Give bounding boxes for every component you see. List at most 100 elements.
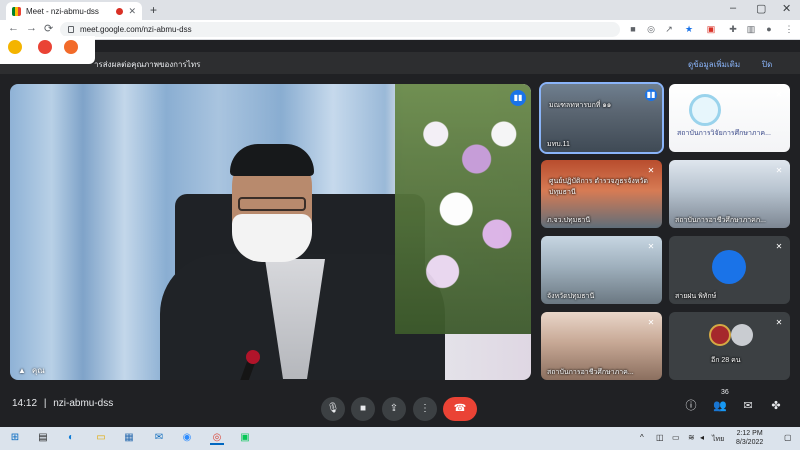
muted-mic-icon: ✕	[647, 318, 655, 327]
participant-tile[interactable]: ✕ สายฝน พิทักษ์	[669, 236, 790, 304]
close-tab-icon[interactable]: ✕	[128, 6, 136, 17]
flower-arrangement	[395, 84, 531, 334]
video-camera-icon: ■	[359, 403, 367, 414]
extension-icon[interactable]: ▣	[706, 24, 716, 34]
banner-more-link[interactable]: ดูข้อมูลเพิ่มเติม	[688, 58, 740, 71]
share-icon[interactable]: ↗	[664, 24, 674, 34]
muted-mic-icon: ✕	[775, 166, 783, 175]
speaking-indicator-icon: ▮▮	[645, 89, 657, 101]
muted-mic-icon: ✕	[647, 242, 655, 251]
tray-volume-icon[interactable]: ◂	[700, 433, 704, 442]
forward-button[interactable]: →	[26, 22, 37, 34]
speaker-glasses	[238, 197, 306, 211]
speaking-indicator-icon: ▮▮	[510, 90, 526, 106]
meeting-details-button[interactable]: ⓘ	[684, 399, 698, 413]
participant-tile[interactable]: สถาบันการวิจัยการศึกษาภาค... ✕	[669, 84, 790, 152]
tab-title: Meet - nzi-abmu-dss	[26, 6, 99, 16]
address-bar[interactable]: meet.google.com/nzi-abmu-dss	[60, 22, 620, 37]
activities-button[interactable]: ✤	[769, 399, 783, 413]
extension-c-icon[interactable]	[64, 40, 78, 54]
line-icon[interactable]: ▣	[238, 431, 252, 445]
extension-a-icon[interactable]	[8, 40, 22, 54]
avatar	[731, 324, 753, 346]
task-view-icon[interactable]: ▤	[36, 431, 50, 445]
tray-battery-icon[interactable]: ▭	[672, 433, 680, 442]
more-options-button[interactable]: ⋮	[413, 397, 437, 421]
extension-b-icon[interactable]	[38, 40, 52, 54]
system-time: 2:12 PM	[736, 430, 763, 437]
profile-icon[interactable]: ●	[764, 24, 774, 34]
camera-button[interactable]: ■	[351, 397, 375, 421]
meeting-time: 14:12 | nzi-abmu-dss	[12, 398, 113, 409]
maximize-button[interactable]: ▢	[756, 2, 766, 15]
zoom-icon[interactable]: ◉	[180, 431, 194, 445]
participant-name: ภ.จว.ปทุมธานี	[547, 217, 591, 224]
reload-button[interactable]: ⟳	[44, 22, 53, 35]
banner-text: ารส่งผลต่อคุณภาพของการไทร	[94, 60, 201, 69]
url-text: meet.google.com/nzi-abmu-dss	[80, 25, 192, 34]
store-icon[interactable]: ▦	[122, 431, 136, 445]
lens-icon[interactable]: ◎	[646, 24, 656, 34]
end-call-button[interactable]: ☎	[443, 397, 477, 421]
separator: |	[43, 398, 47, 409]
lock-icon	[68, 26, 74, 33]
participant-tile[interactable]: ✕ สถาบันการอาชีวศึกษาภาคก...	[669, 160, 790, 228]
muted-mic-icon: ✕	[775, 242, 783, 251]
banner-close-button[interactable]: ปิด	[762, 58, 772, 71]
tray-chevron-icon[interactable]: ^	[640, 433, 644, 442]
tile-overlay-text: มณฑลทหารบกที่ ๑๑	[549, 102, 612, 109]
meet-favicon-icon	[12, 6, 21, 16]
orchid-plant	[100, 369, 220, 380]
notification-icon[interactable]: ▢	[784, 433, 792, 442]
avatar	[712, 250, 746, 284]
recording-indicator-icon	[116, 7, 124, 15]
camera-icon[interactable]: ■	[628, 24, 638, 34]
people-icon: 👥	[713, 400, 727, 412]
activities-icon: ✤	[771, 400, 781, 412]
input-language[interactable]: ไทย	[712, 434, 724, 445]
participant-name: จังหวัดปทุมธานี	[547, 293, 595, 300]
speaker-mask	[232, 214, 312, 262]
chrome-icon[interactable]: ◎	[210, 431, 224, 445]
more-icon: ⋮	[420, 403, 430, 414]
minimize-button[interactable]: –	[730, 2, 736, 14]
sidepanel-icon[interactable]: ▥	[746, 24, 756, 34]
system-clock[interactable]: 2:12 PM 8/3/2022	[736, 429, 763, 447]
participant-tile[interactable]: มณฑลทหารบกที่ ๑๑ ▮▮ มทบ.11	[539, 82, 664, 154]
menu-icon[interactable]: ⋮	[784, 24, 794, 34]
muted-mic-icon: ✕	[775, 318, 783, 327]
participant-tile[interactable]: ✕ สถาบันการอาชีวศึกษาภาค...	[541, 312, 662, 380]
edge-icon[interactable]: ◐	[64, 431, 78, 445]
windows-start-icon[interactable]: ⊞	[8, 431, 22, 445]
microphone-head	[246, 350, 260, 364]
browser-tab[interactable]: Meet - nzi-abmu-dss ✕	[6, 2, 142, 20]
windows-taskbar	[0, 427, 800, 450]
new-tab-button[interactable]: +	[150, 3, 157, 17]
tray-wifi-icon[interactable]: ≋	[688, 433, 695, 442]
mic-button[interactable]: 🎙	[321, 397, 345, 421]
participant-count: 36	[721, 389, 729, 396]
participant-tile[interactable]: ศูนย์ปฏิบัติการ ตำรวจภูธรจังหวัดปทุมธานี…	[541, 160, 662, 228]
present-button[interactable]: ⇪	[382, 397, 406, 421]
time-text: 14:12	[12, 398, 38, 409]
pin-icon[interactable]: ▲	[18, 366, 26, 375]
main-speaker-name: คุณ	[31, 366, 45, 375]
chat-icon: ✉	[743, 400, 753, 412]
info-icon: ⓘ	[685, 400, 697, 412]
back-button[interactable]: ←	[8, 22, 19, 34]
tray-network-icon[interactable]: ◫	[656, 433, 664, 442]
mail-icon[interactable]: ✉	[152, 431, 166, 445]
chat-button[interactable]: ✉	[741, 399, 755, 413]
puzzle-icon[interactable]: ✚	[728, 24, 738, 34]
participant-tile[interactable]: ✕ อีก 28 คน	[669, 312, 790, 380]
bookmark-star-icon[interactable]: ★	[684, 24, 694, 34]
people-button[interactable]: 👥	[713, 399, 727, 413]
close-window-button[interactable]: ✕	[782, 2, 791, 15]
participant-tile[interactable]: ✕ จังหวัดปทุมธานี	[541, 236, 662, 304]
system-date: 8/3/2022	[736, 439, 764, 446]
file-explorer-icon[interactable]: ▭	[94, 431, 108, 445]
main-speaker-video[interactable]	[10, 84, 531, 380]
participant-name: มทบ.11	[547, 141, 570, 148]
muted-mic-icon: ✕	[775, 90, 783, 99]
participant-name: สถาบันการอาชีวศึกษาภาคก...	[675, 217, 766, 224]
